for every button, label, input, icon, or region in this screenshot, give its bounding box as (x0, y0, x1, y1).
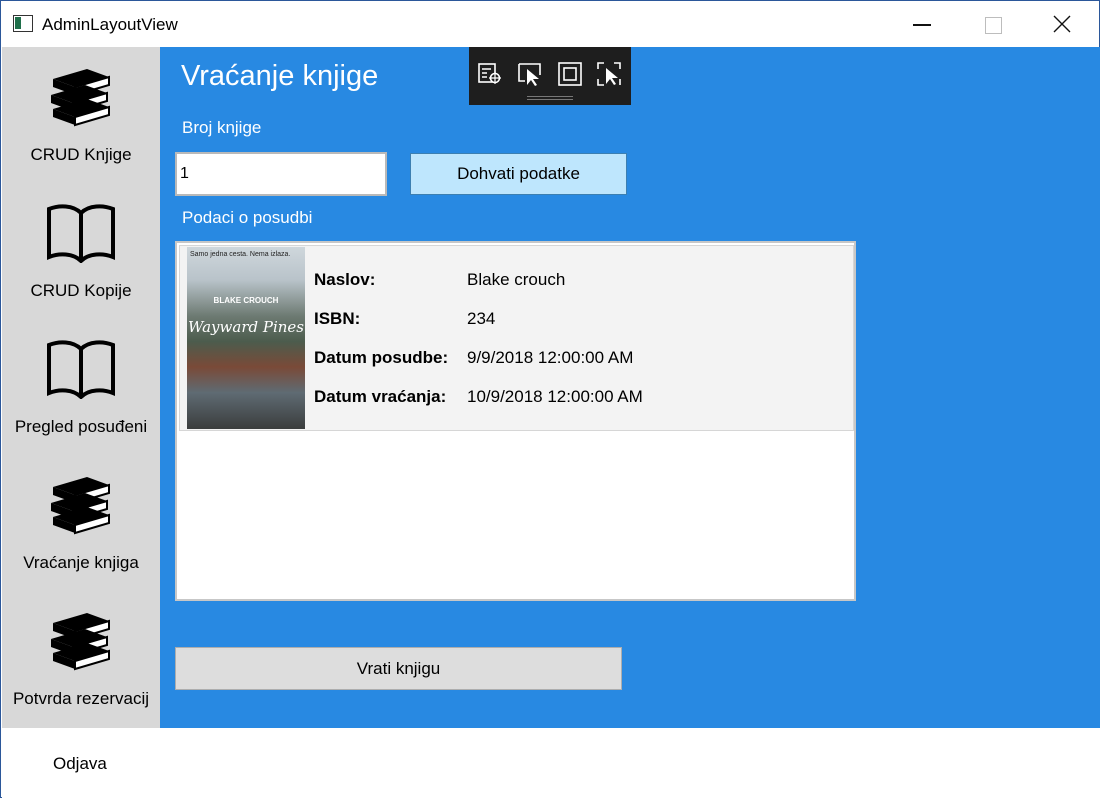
title-key: Naslov: (314, 270, 376, 289)
title-value: Blake crouch (467, 270, 566, 289)
sidebar-item-potvrda-rezervacij[interactable]: Potvrda rezervacij (2, 591, 160, 727)
books-icon (51, 477, 110, 535)
select-element-icon[interactable] (517, 61, 543, 87)
display-layout-adorners-icon[interactable] (557, 61, 583, 87)
maximize-button[interactable] (970, 1, 1016, 47)
toolbar-drag-handle[interactable] (527, 96, 573, 100)
sidebar-item-vracanje-knjiga[interactable]: Vraćanje knjiga (2, 455, 160, 591)
cover-tagline: Samo jedna cesta. Nema izlaza. (190, 251, 291, 258)
sidebar-item-crud-kopije[interactable]: CRUD Kopije (2, 183, 160, 319)
return-date-key: Datum vraćanja: (314, 387, 447, 406)
close-icon (1053, 15, 1071, 33)
sidebar-item-label: CRUD Kopije (30, 281, 132, 300)
sidebar-item-crud-knjige[interactable]: CRUD Knjige (2, 47, 160, 183)
main-panel: Vraćanje knjige Broj knjige Dohvati poda… (160, 47, 1100, 728)
sidebar-item-label: CRUD Knjige (30, 145, 132, 164)
cover-title: Wayward Pines (188, 318, 304, 336)
footer: Odjava (2, 728, 1100, 798)
page-title: Vraćanje knjige (181, 60, 379, 92)
title-bar[interactable]: AdminLayoutView (1, 1, 1099, 47)
app-window: AdminLayoutView CRUD Knjige CRUD Kopije (0, 0, 1100, 798)
sidebar: CRUD Knjige CRUD Kopije Pregled posuđeni… (2, 47, 160, 728)
app-icon (13, 15, 33, 32)
open-book-icon (47, 204, 115, 263)
loan-date-key: Datum posudbe: (314, 348, 449, 367)
debug-toolbar (469, 47, 631, 105)
close-button[interactable] (1039, 1, 1085, 47)
open-book-icon (47, 340, 115, 399)
sidebar-item-pregled-posudeni[interactable]: Pregled posuđeni (2, 319, 160, 455)
book-number-input[interactable] (175, 152, 387, 196)
books-icon (51, 69, 110, 127)
sidebar-item-label: Pregled posuđeni (14, 417, 148, 436)
minimize-button[interactable] (899, 1, 945, 47)
sidebar-item-label: Vraćanje knjiga (23, 553, 139, 572)
books-icon (51, 613, 110, 671)
live-visual-tree-icon[interactable] (477, 61, 503, 87)
return-book-button[interactable]: Vrati knjigu (175, 647, 622, 690)
loan-info-label: Podaci o posudbi (182, 208, 313, 227)
loan-list[interactable]: Samo jedna cesta. Nema izlaza. BLAKE CRO… (175, 241, 856, 601)
list-item[interactable]: Samo jedna cesta. Nema izlaza. BLAKE CRO… (179, 245, 854, 431)
window-title: AdminLayoutView (42, 15, 178, 34)
fetch-data-button[interactable]: Dohvati podatke (410, 153, 627, 195)
book-number-label: Broj knjige (182, 118, 262, 137)
book-cover-image: Samo jedna cesta. Nema izlaza. BLAKE CRO… (187, 247, 305, 429)
loan-date-value: 9/9/2018 12:00:00 AM (467, 348, 634, 367)
cover-author: BLAKE CROUCH (213, 296, 279, 305)
isbn-key: ISBN: (314, 309, 361, 328)
logout-link[interactable]: Odjava (53, 754, 107, 774)
track-focus-icon[interactable] (596, 61, 622, 87)
return-date-value: 10/9/2018 12:00:00 AM (467, 387, 643, 406)
sidebar-item-label: Potvrda rezervacij (12, 689, 150, 708)
isbn-value: 234 (467, 309, 496, 328)
